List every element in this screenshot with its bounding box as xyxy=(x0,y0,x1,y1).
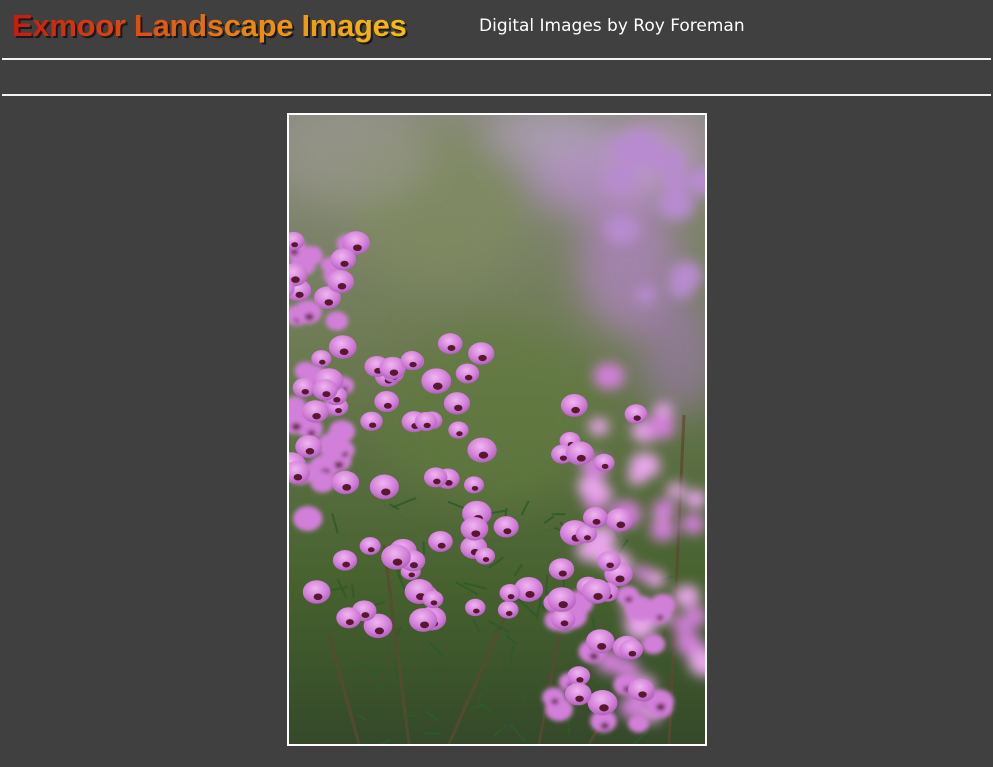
nav-bar xyxy=(0,60,993,94)
photo-frame[interactable] xyxy=(287,113,707,746)
site-title[interactable]: Exmoor Landscape Images xyxy=(12,8,407,44)
nav-divider xyxy=(2,94,991,96)
site-subtitle: Digital Images by Roy Foreman xyxy=(479,16,745,36)
site-header: Exmoor Landscape Images Exmoor Landscape… xyxy=(0,0,993,58)
heather-photo[interactable] xyxy=(289,115,705,744)
